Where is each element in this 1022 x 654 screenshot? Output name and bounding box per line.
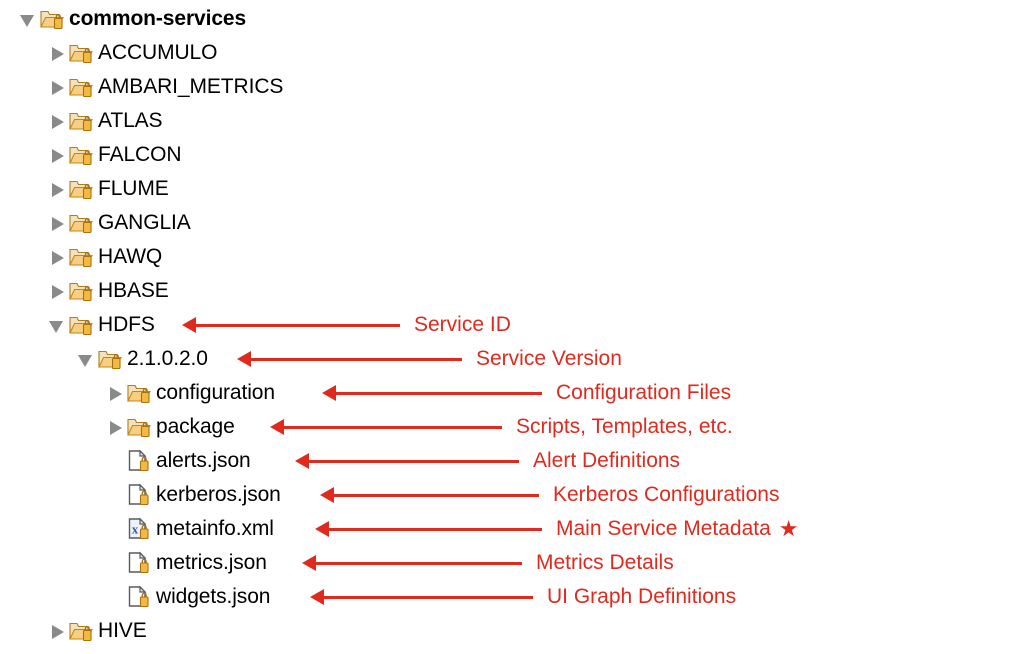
annotation-arrow-left-icon — [322, 385, 542, 401]
annotation-arrow-left-icon — [237, 351, 462, 367]
tree-item-label: HBASE — [98, 279, 169, 302]
annotation-arrow-left-icon — [320, 487, 539, 503]
tree-folder-row[interactable]: HIVE — [0, 614, 1022, 648]
tree-item-label: common-services — [69, 7, 247, 30]
annotation-label: Scripts, Templates, etc. — [516, 415, 733, 438]
tree-item-label: FLUME — [98, 177, 169, 200]
annotation-arrow-left-icon — [295, 453, 519, 469]
annotation-label: Configuration Files — [556, 381, 732, 404]
annotation-label: UI Graph Definitions — [547, 585, 737, 608]
tree-item-label: configuration — [156, 381, 275, 404]
tree-folder-row[interactable]: FALCON — [0, 138, 1022, 172]
folder-locked-icon — [98, 347, 124, 371]
annotation-arrow-left-icon — [182, 317, 400, 333]
tree-folder-row[interactable]: ATLAS — [0, 104, 1022, 138]
annotation-arrow-left-icon — [302, 555, 522, 571]
tree-item-label: alerts.json — [156, 449, 251, 472]
folder-locked-icon — [69, 245, 95, 269]
tree-folder-row[interactable]: HBASE — [0, 274, 1022, 308]
svg-text:x: x — [132, 522, 139, 537]
folder-locked-icon — [69, 143, 95, 167]
chevron-down-icon[interactable] — [47, 308, 69, 342]
folder-locked-icon — [69, 75, 95, 99]
annotation-label: Metrics Details — [536, 551, 674, 574]
json-file-icon — [127, 449, 153, 473]
tree-item-label: metrics.json — [156, 551, 267, 574]
folder-locked-icon — [69, 619, 95, 643]
tree-folder-row[interactable]: GANGLIA — [0, 206, 1022, 240]
folder-locked-icon — [69, 109, 95, 133]
tree-item-label: package — [156, 415, 235, 438]
chevron-right-icon[interactable] — [47, 138, 69, 172]
chevron-right-icon[interactable] — [47, 36, 69, 70]
folder-locked-icon — [69, 211, 95, 235]
tree-item-label: ACCUMULO — [98, 41, 218, 64]
tree-item-label: kerberos.json — [156, 483, 281, 506]
tree-item-label: metainfo.xml — [156, 517, 274, 540]
tree-item-label: AMBARI_METRICS — [98, 75, 284, 98]
chevron-right-icon[interactable] — [47, 206, 69, 240]
chevron-right-icon[interactable] — [47, 172, 69, 206]
annotation-callout: Kerberos Configurations — [320, 480, 779, 510]
annotation-callout: Main Service Metadata ★ — [315, 514, 799, 544]
annotation-label: Service ID — [414, 313, 511, 336]
folder-locked-icon — [40, 7, 66, 31]
tree-item-label: widgets.json — [156, 585, 271, 608]
file-tree[interactable]: common-services ACCUMULO AMBARI_METRICS ATL… — [0, 0, 1022, 654]
json-file-icon — [127, 551, 153, 575]
annotation-label: Main Service Metadata — [556, 517, 771, 540]
folder-locked-icon — [69, 41, 95, 65]
annotation-callout: Service Version — [237, 344, 622, 374]
annotation-callout: Scripts, Templates, etc. — [270, 412, 733, 442]
chevron-down-icon[interactable] — [76, 342, 98, 376]
annotation-callout: UI Graph Definitions — [310, 582, 736, 612]
xml-file-icon: x — [127, 517, 153, 541]
chevron-right-icon[interactable] — [105, 376, 127, 410]
chevron-right-icon[interactable] — [47, 614, 69, 648]
chevron-right-icon[interactable] — [47, 240, 69, 274]
chevron-right-icon[interactable] — [105, 410, 127, 444]
chevron-right-icon[interactable] — [47, 274, 69, 308]
folder-locked-icon — [127, 415, 153, 439]
annotation-label: Service Version — [476, 347, 622, 370]
annotation-label: Alert Definitions — [533, 449, 681, 472]
annotation-arrow-left-icon — [270, 419, 502, 435]
folder-locked-icon — [69, 279, 95, 303]
tree-item-label: 2.1.0.2.0 — [127, 347, 208, 370]
annotation-arrow-left-icon — [310, 589, 533, 605]
annotation-star-icon: ★ — [778, 516, 799, 541]
tree-folder-row[interactable]: common-services — [0, 2, 1022, 36]
annotation-callout: Service ID — [182, 310, 511, 340]
annotation-callout: Configuration Files — [322, 378, 731, 408]
tree-item-label: HDFS — [98, 313, 155, 336]
chevron-right-icon[interactable] — [47, 104, 69, 138]
chevron-right-icon[interactable] — [47, 70, 69, 104]
annotation-arrow-left-icon — [315, 521, 542, 537]
tree-item-label: GANGLIA — [98, 211, 191, 234]
tree-folder-row[interactable]: ACCUMULO — [0, 36, 1022, 70]
tree-item-label: ATLAS — [98, 109, 163, 132]
json-file-icon — [127, 483, 153, 507]
annotation-callout: Alert Definitions — [295, 446, 680, 476]
chevron-down-icon[interactable] — [18, 2, 40, 36]
annotation-label: Kerberos Configurations — [553, 483, 780, 506]
folder-locked-icon — [127, 381, 153, 405]
tree-folder-row[interactable]: AMBARI_METRICS — [0, 70, 1022, 104]
tree-folder-row[interactable]: HAWQ — [0, 240, 1022, 274]
folder-locked-icon — [69, 313, 95, 337]
tree-item-label: HIVE — [98, 619, 147, 642]
tree-item-label: FALCON — [98, 143, 182, 166]
folder-locked-icon — [69, 177, 95, 201]
tree-folder-row[interactable]: HDFS — [0, 308, 1022, 342]
annotation-callout: Metrics Details — [302, 548, 674, 578]
json-file-icon — [127, 585, 153, 609]
tree-folder-row[interactable]: FLUME — [0, 172, 1022, 206]
tree-item-label: HAWQ — [98, 245, 163, 268]
